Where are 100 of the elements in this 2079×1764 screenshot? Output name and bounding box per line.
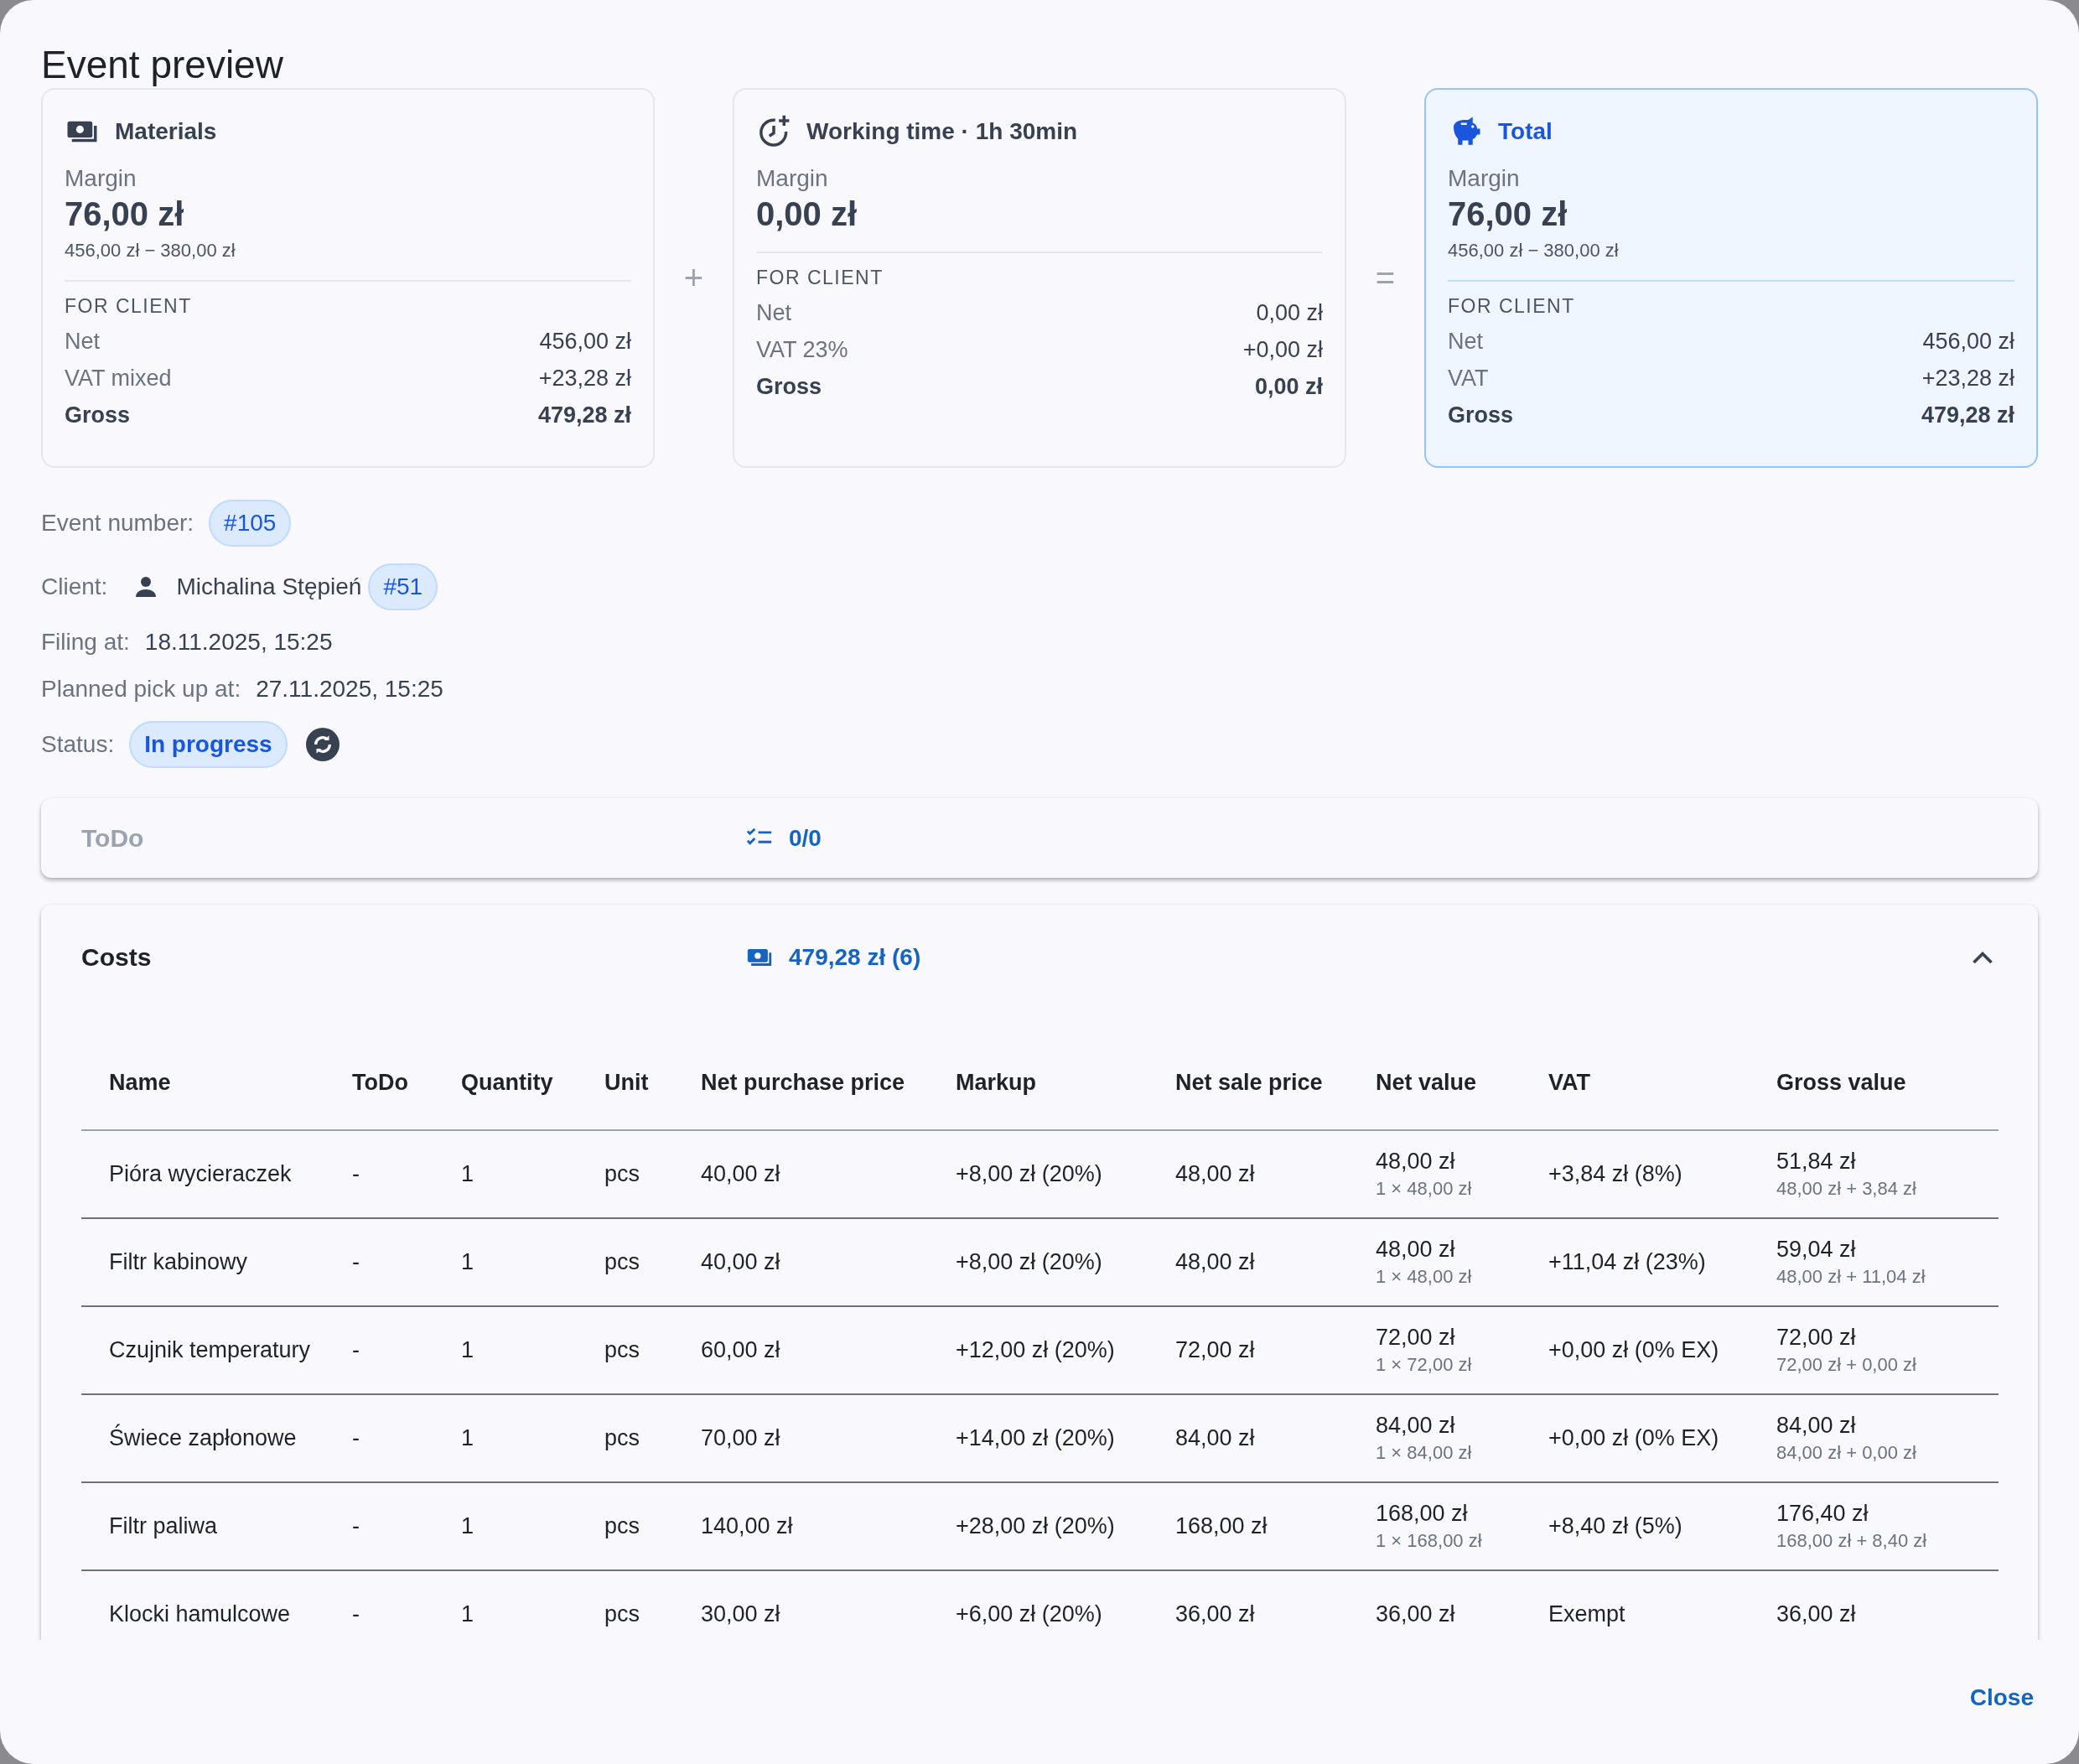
close-button[interactable]: Close	[1964, 1676, 2039, 1720]
margin-value: 76,00 zł	[65, 195, 185, 233]
table-cell: 30,00 zł	[701, 1601, 780, 1627]
table-cell-text: 59,04 zł	[1776, 1237, 1857, 1263]
column-header: Unit	[604, 1010, 701, 1130]
card-title: Working time · 1h 30min	[806, 118, 1078, 145]
table-cell: 36,00 zł	[1175, 1601, 1255, 1627]
field-value: 27.11.2025, 15:25	[256, 676, 443, 703]
costs-total: 479,28 zł (6)	[789, 944, 921, 971]
event-number-badge[interactable]: #105	[209, 500, 292, 547]
column-header: Net purchase price	[701, 1010, 956, 1130]
table-cell: pcs	[604, 1337, 640, 1362]
field-label: Planned pick up at:	[41, 676, 241, 703]
cell-detail: 1 × 48,00 zł	[1376, 1266, 1473, 1288]
table-cell: +3,84 zł (8%)	[1548, 1161, 1682, 1186]
table-cell: +11,04 zł (23%)	[1548, 1249, 1706, 1274]
column-header: Name	[81, 1010, 352, 1130]
table-cell: pcs	[604, 1513, 640, 1538]
row-label: Net	[1448, 328, 1484, 355]
column-header: Markup	[956, 1010, 1175, 1130]
client-name: Michalina Stępień	[176, 573, 362, 600]
table-cell: Filtr kabinowy	[109, 1249, 248, 1274]
table-cell-text: 176,40 zł	[1776, 1501, 1869, 1527]
table-cell: 70,00 zł	[701, 1425, 780, 1450]
margin-formula: 456,00 zł − 380,00 zł	[1448, 240, 1620, 262]
todo-panel[interactable]: ToDo 0/0	[41, 798, 2038, 878]
dialog-title: Event preview	[41, 42, 284, 88]
margin-value: 0,00 zł	[756, 195, 858, 233]
table-cell: +0,00 zł (0% EX)	[1548, 1425, 1719, 1450]
field-label: Event number:	[41, 510, 194, 537]
cell-detail: 1 × 168,00 zł	[1376, 1530, 1483, 1552]
cell-detail: 1 × 84,00 zł	[1376, 1442, 1473, 1464]
margin-value: 76,00 zł	[1448, 195, 1568, 233]
table-cell: 1	[461, 1249, 474, 1274]
table-cell: +12,00 zł (20%)	[956, 1337, 1115, 1362]
table-cell: +6,00 zł (20%)	[956, 1601, 1102, 1627]
table-cell: -	[352, 1337, 360, 1362]
cell-detail: 168,00 zł + 8,40 zł	[1776, 1530, 1928, 1552]
table-cell-text: 72,00 zł	[1376, 1325, 1456, 1351]
section-label: FOR CLIENT	[756, 267, 884, 289]
column-header: Quantity	[461, 1010, 604, 1130]
table-cell: 1	[461, 1161, 474, 1186]
table-cell: 40,00 zł	[701, 1161, 780, 1186]
field-label: Status:	[41, 731, 115, 758]
margin-label: Margin	[1448, 165, 1521, 192]
column-header: Gross value	[1776, 1010, 1999, 1130]
table-cell-text: 48,00 zł	[1376, 1149, 1456, 1175]
table-cell: 84,00 zł	[1175, 1425, 1255, 1450]
table-cell: -	[352, 1161, 360, 1186]
table-cell: +14,00 zł (20%)	[956, 1425, 1115, 1450]
table-cell: -	[352, 1249, 360, 1274]
row-value: 0,00 zł	[1254, 373, 1323, 400]
table-cell: 1	[461, 1337, 474, 1362]
row-value: 479,28 zł	[1921, 402, 2014, 428]
card-title: Materials	[115, 118, 217, 145]
table-cell: pcs	[604, 1161, 640, 1186]
table-cell: 1	[461, 1425, 474, 1450]
cell-detail: 84,00 zł + 0,00 zł	[1776, 1442, 1917, 1464]
table-cell-text: 72,00 zł	[1776, 1325, 1857, 1351]
panel-title: Costs	[81, 943, 153, 972]
table-cell: +8,00 zł (20%)	[956, 1161, 1102, 1186]
column-header: ToDo	[352, 1010, 461, 1130]
table-cell-text: 168,00 zł	[1376, 1501, 1469, 1527]
row-label: VAT mixed	[65, 365, 172, 392]
row-value: +23,28 zł	[1921, 365, 2014, 392]
table-cell-text: 51,84 zł	[1776, 1149, 1857, 1175]
section-label: FOR CLIENT	[65, 295, 193, 318]
todo-count: 0/0	[789, 824, 822, 852]
table-cell-text: 48,00 zł	[1376, 1237, 1456, 1263]
table-cell: 168,00 zł	[1175, 1513, 1268, 1538]
cell-detail: 48,00 zł + 11,04 zł	[1776, 1266, 1926, 1288]
row-label: VAT	[1448, 365, 1489, 392]
table-cell: +8,40 zł (5%)	[1548, 1513, 1682, 1538]
row-label: Net	[65, 328, 101, 355]
row-label: Gross	[1448, 402, 1514, 428]
table-cell-text: 84,00 zł	[1776, 1413, 1857, 1439]
cell-detail: 48,00 zł + 3,84 zł	[1776, 1178, 1917, 1200]
table-cell: Świece zapłonowe	[109, 1425, 297, 1450]
column-header: VAT	[1548, 1010, 1776, 1130]
margin-label: Margin	[65, 165, 137, 192]
row-label: VAT 23%	[756, 336, 848, 363]
column-header: Net sale price	[1175, 1010, 1376, 1130]
row-value: +23,28 zł	[538, 365, 631, 392]
table-cell: Czujnik temperatury	[109, 1337, 311, 1362]
status-badge[interactable]: In progress	[129, 721, 288, 768]
cell-detail: 1 × 72,00 zł	[1376, 1354, 1473, 1376]
sync-icon[interactable]	[305, 728, 340, 761]
table-cell: -	[352, 1601, 360, 1627]
row-value: 456,00 zł	[1922, 328, 2014, 355]
table-cell-text: 36,00 zł	[1776, 1601, 1857, 1627]
table-cell: +28,00 zł (20%)	[956, 1513, 1115, 1538]
table-cell-text: 84,00 zł	[1376, 1413, 1456, 1439]
row-value: 0,00 zł	[1256, 299, 1323, 326]
margin-formula: 456,00 zł − 380,00 zł	[65, 240, 236, 262]
client-number-badge[interactable]: #51	[368, 563, 438, 610]
operator-sign: +	[682, 259, 705, 297]
row-value: +0,00 zł	[1242, 336, 1323, 363]
row-label: Gross	[65, 402, 131, 428]
table-cell: +8,00 zł (20%)	[956, 1249, 1102, 1274]
table-cell: 60,00 zł	[701, 1337, 780, 1362]
